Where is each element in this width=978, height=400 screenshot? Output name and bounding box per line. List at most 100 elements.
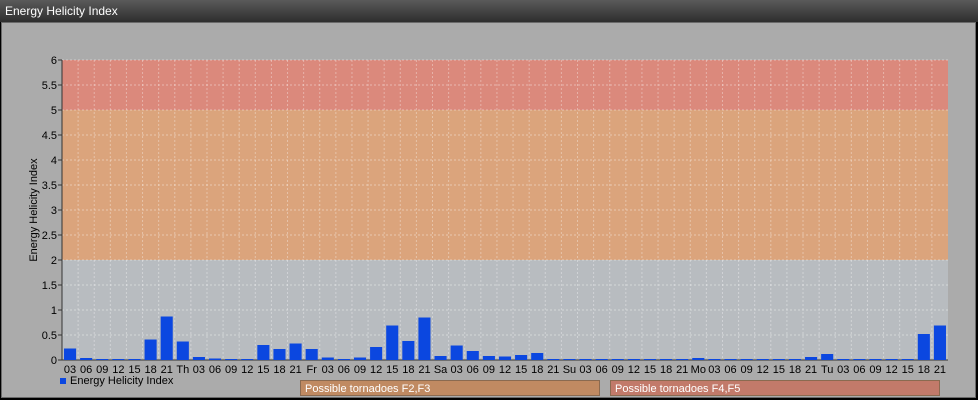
bar <box>627 359 640 360</box>
bar <box>321 357 334 360</box>
x-tick-label: Mo <box>691 364 706 376</box>
x-tick-label: 09 <box>225 364 237 376</box>
bar <box>273 349 286 360</box>
legend-swatch <box>60 378 66 384</box>
legend-item[interactable]: Energy Helicity Index <box>60 375 173 387</box>
x-tick-label: 12 <box>241 364 253 376</box>
bar <box>289 343 302 360</box>
x-tick-label: 21 <box>418 364 430 376</box>
x-tick-label: 06 <box>338 364 350 376</box>
x-tick-label: 15 <box>902 364 914 376</box>
x-tick-label: 06 <box>467 364 479 376</box>
legend-label: Energy Helicity Index <box>70 375 174 387</box>
bar <box>402 341 415 360</box>
x-tick-label: 18 <box>402 364 414 376</box>
bar <box>724 359 737 360</box>
bar <box>515 355 528 360</box>
x-tick-label: Th <box>176 364 189 376</box>
bar <box>498 356 512 360</box>
x-tick-label: 12 <box>370 364 382 376</box>
bar <box>708 359 721 360</box>
bar <box>740 359 753 360</box>
bar <box>176 341 189 360</box>
bar <box>579 359 592 360</box>
x-tick-label: 09 <box>354 364 366 376</box>
bar <box>901 359 914 360</box>
y-tick-label: 2 <box>51 255 57 267</box>
y-tick-label: 0.5 <box>42 330 57 342</box>
bar <box>805 357 818 360</box>
bar <box>837 359 850 360</box>
bar <box>756 359 769 360</box>
bar <box>418 317 431 360</box>
y-tick-label: 5 <box>51 105 57 117</box>
x-tick-label: 21 <box>934 364 946 376</box>
x-tick-label: 18 <box>660 364 672 376</box>
x-tick-label: 15 <box>515 364 527 376</box>
bar <box>192 357 205 360</box>
y-tick-label: 5.5 <box>42 80 57 92</box>
bar <box>337 359 350 360</box>
y-tick-label: 6 <box>51 55 57 67</box>
bar <box>885 359 898 360</box>
x-tick-label: 03 <box>451 364 463 376</box>
bar <box>821 354 834 360</box>
band-label-f2-f3: Possible tornadoes F2,F3 <box>300 380 600 396</box>
bar <box>466 351 479 360</box>
x-tick-label: 12 <box>499 364 511 376</box>
bar <box>917 334 930 360</box>
x-tick-label: 03 <box>579 364 591 376</box>
bar <box>660 359 673 360</box>
x-tick-label: 09 <box>741 364 753 376</box>
bar <box>450 345 463 360</box>
helicity-chart: 0 0.5 1 1.5 2 2.5 3 3.5 4 4.5 5 5.5 6 Energy Helicity… <box>28 55 948 376</box>
bar <box>386 325 399 360</box>
x-tick-label: 03 <box>708 364 720 376</box>
x-tick-label: 09 <box>483 364 495 376</box>
x-tick-label: 09 <box>612 364 624 376</box>
x-tick-label: 21 <box>547 364 559 376</box>
bar <box>547 359 560 360</box>
bar <box>531 353 544 360</box>
bar <box>595 359 608 360</box>
x-tick-label: Fr <box>306 364 317 376</box>
bar <box>869 359 882 360</box>
bar <box>353 357 367 360</box>
x-tick-label: 12 <box>628 364 640 376</box>
y-tick-label: 3.5 <box>42 180 57 192</box>
y-tick-label: 4.5 <box>42 130 57 142</box>
x-tick-label: Su <box>563 364 576 376</box>
bar <box>160 316 173 360</box>
bar <box>643 359 657 360</box>
bar <box>64 348 77 360</box>
bar <box>692 358 705 360</box>
bar <box>257 345 270 360</box>
bar <box>128 359 141 360</box>
bar <box>563 359 576 360</box>
y-tick-label: 3 <box>51 205 57 217</box>
bar <box>788 359 802 360</box>
y-axis-label: Energy Helicity Index <box>28 158 40 262</box>
bar <box>933 325 946 360</box>
bar <box>208 358 222 360</box>
y-tick-label: 1.5 <box>42 280 57 292</box>
bar <box>305 349 318 360</box>
bar <box>144 339 157 360</box>
bar <box>611 359 624 360</box>
x-tick-label: 15 <box>257 364 269 376</box>
x-tick-label: 12 <box>757 364 769 376</box>
bar <box>241 359 254 360</box>
bar <box>853 359 866 360</box>
x-tick-label: 15 <box>773 364 785 376</box>
bar <box>225 359 238 360</box>
x-tick-label: 18 <box>789 364 801 376</box>
x-tick-label: 12 <box>885 364 897 376</box>
x-tick-label: 03 <box>193 364 205 376</box>
x-tick-label: 03 <box>837 364 849 376</box>
x-tick-label: 09 <box>869 364 881 376</box>
y-tick-label: 4 <box>51 155 57 167</box>
x-tick-label: 18 <box>531 364 543 376</box>
x-tick-label: 18 <box>918 364 930 376</box>
x-tick-label: Tu <box>821 364 833 376</box>
x-tick-label: 06 <box>853 364 865 376</box>
